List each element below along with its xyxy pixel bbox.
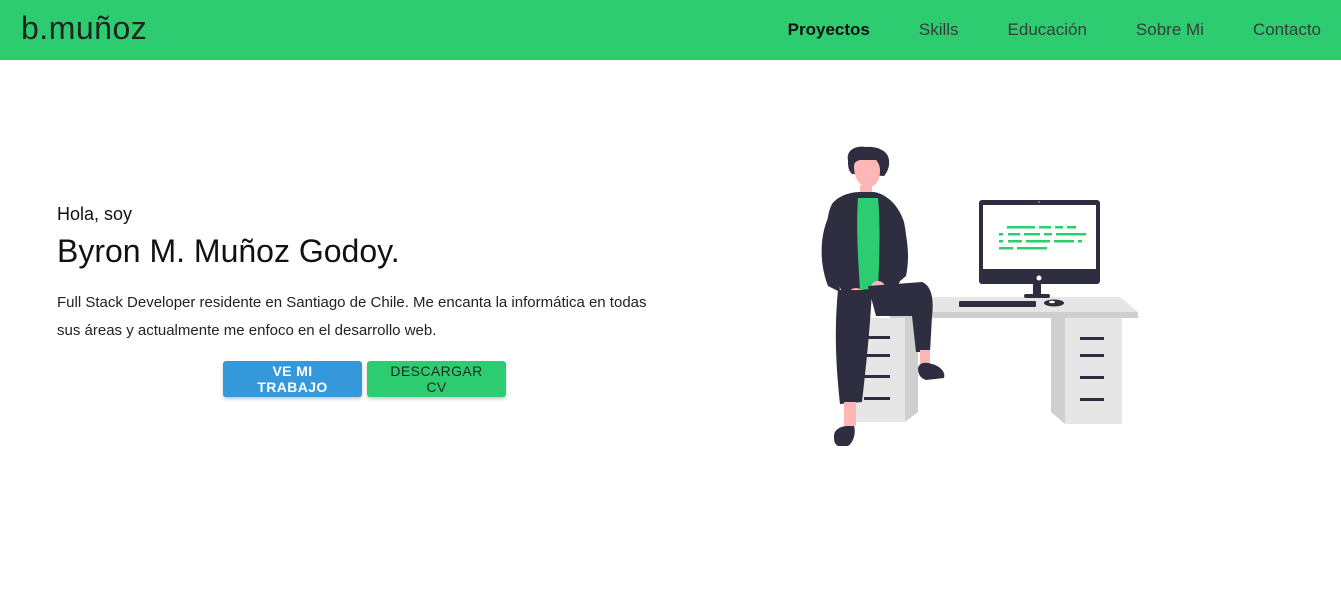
keyboard bbox=[959, 301, 1036, 307]
right-drawer-3 bbox=[1080, 376, 1104, 379]
monitor-camera bbox=[1038, 201, 1040, 203]
nav-item-contacto: Contacto bbox=[1204, 20, 1321, 40]
person-shoe-left bbox=[834, 426, 855, 446]
nav-link-proyectos[interactable]: Proyectos bbox=[739, 20, 870, 40]
right-drawer-2 bbox=[1080, 354, 1104, 357]
right-drawer-1 bbox=[1080, 337, 1104, 340]
person-face bbox=[854, 160, 880, 187]
mouse bbox=[1044, 299, 1064, 307]
person-ankle-left bbox=[844, 402, 856, 426]
nav-item-educacion: Educación bbox=[959, 20, 1087, 40]
monitor-button bbox=[1036, 275, 1042, 281]
nav-item-skills: Skills bbox=[870, 20, 959, 40]
right-cabinet-side bbox=[1051, 318, 1065, 424]
monitor-base bbox=[1024, 294, 1050, 298]
hero-section: Hola, soy Byron M. Muñoz Godoy. Full Sta… bbox=[57, 203, 657, 345]
download-cv-button[interactable]: DESCARGAR CV bbox=[367, 361, 506, 397]
hero-name: Byron M. Muñoz Godoy. bbox=[57, 233, 400, 269]
person-shirt bbox=[857, 198, 880, 290]
mouse-highlight bbox=[1049, 300, 1055, 304]
nav-menu: Proyectos Skills Educación Sobre Mi Cont… bbox=[739, 0, 1321, 60]
hero-description: Full Stack Developer residente en Santia… bbox=[57, 294, 647, 339]
view-work-button[interactable]: VE MI TRABAJO bbox=[223, 361, 362, 397]
nav-link-educacion[interactable]: Educación bbox=[959, 20, 1087, 40]
brand-logo[interactable]: b.muñoz bbox=[21, 8, 147, 48]
person-shoe-right bbox=[918, 362, 945, 380]
left-drawer-2 bbox=[864, 354, 890, 357]
nav-item-proyectos: Proyectos bbox=[739, 20, 870, 40]
nav-item-sobre-mi: Sobre Mi bbox=[1087, 20, 1204, 40]
hero-actions: VE MI TRABAJO DESCARGAR CV bbox=[223, 361, 506, 397]
hero-greeting: Hola, soy bbox=[57, 204, 133, 224]
right-cabinet bbox=[1065, 318, 1122, 424]
developer-at-desk-illustration bbox=[821, 146, 1138, 446]
nav-link-skills[interactable]: Skills bbox=[870, 20, 959, 40]
left-drawer-3 bbox=[864, 375, 890, 378]
monitor-screen bbox=[983, 205, 1096, 269]
left-drawer-4 bbox=[864, 397, 890, 400]
navbar: b.muñoz Proyectos Skills Educación Sobre… bbox=[0, 0, 1341, 60]
nav-link-sobre-mi[interactable]: Sobre Mi bbox=[1087, 20, 1204, 40]
right-drawer-4 bbox=[1080, 398, 1104, 401]
nav-link-contacto[interactable]: Contacto bbox=[1204, 20, 1321, 40]
